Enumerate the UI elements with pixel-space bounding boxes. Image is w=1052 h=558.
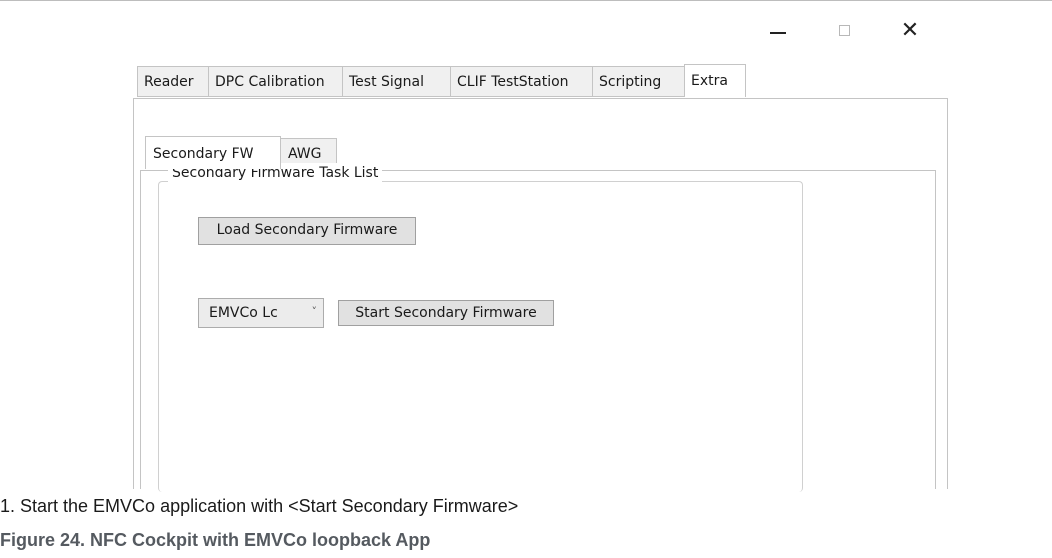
tab-dpc-calibration[interactable]: DPC Calibration [208,66,343,97]
application-select-value: EMVCo Lc [209,305,278,321]
close-button[interactable]: ✕ [890,15,930,45]
tab-reader[interactable]: Reader [137,66,209,97]
step-instruction: 1. Start the EMVCo application with <Sta… [0,496,519,516]
tab-extra[interactable]: Extra [684,64,746,97]
tab-clif-teststation[interactable]: CLIF TestStation [450,66,593,97]
maximize-button[interactable] [824,15,864,45]
chevron-down-icon: ˅ [311,305,318,318]
load-secondary-firmware-button[interactable]: Load Secondary Firmware [198,217,416,245]
start-secondary-firmware-button[interactable]: Start Secondary Firmware [338,300,554,326]
main-tabstrip: Reader DPC Calibration Test Signal CLIF … [137,64,746,99]
close-icon: ✕ [900,17,920,43]
minimize-button[interactable] [758,15,798,45]
subtab-secondary-fw[interactable]: Secondary FW [145,136,281,169]
figure-caption: Figure 24. NFC Cockpit with EMVCo loopba… [0,530,431,550]
app-window: ✕ Reader DPC Calibration Test Signal CLI… [0,0,1052,492]
tab-scripting[interactable]: Scripting [592,66,685,97]
maximize-icon [838,24,850,36]
minimize-icon [770,32,786,34]
tab-test-signal[interactable]: Test Signal [342,66,451,97]
application-select[interactable]: EMVCo Lc ˅ [198,298,324,328]
